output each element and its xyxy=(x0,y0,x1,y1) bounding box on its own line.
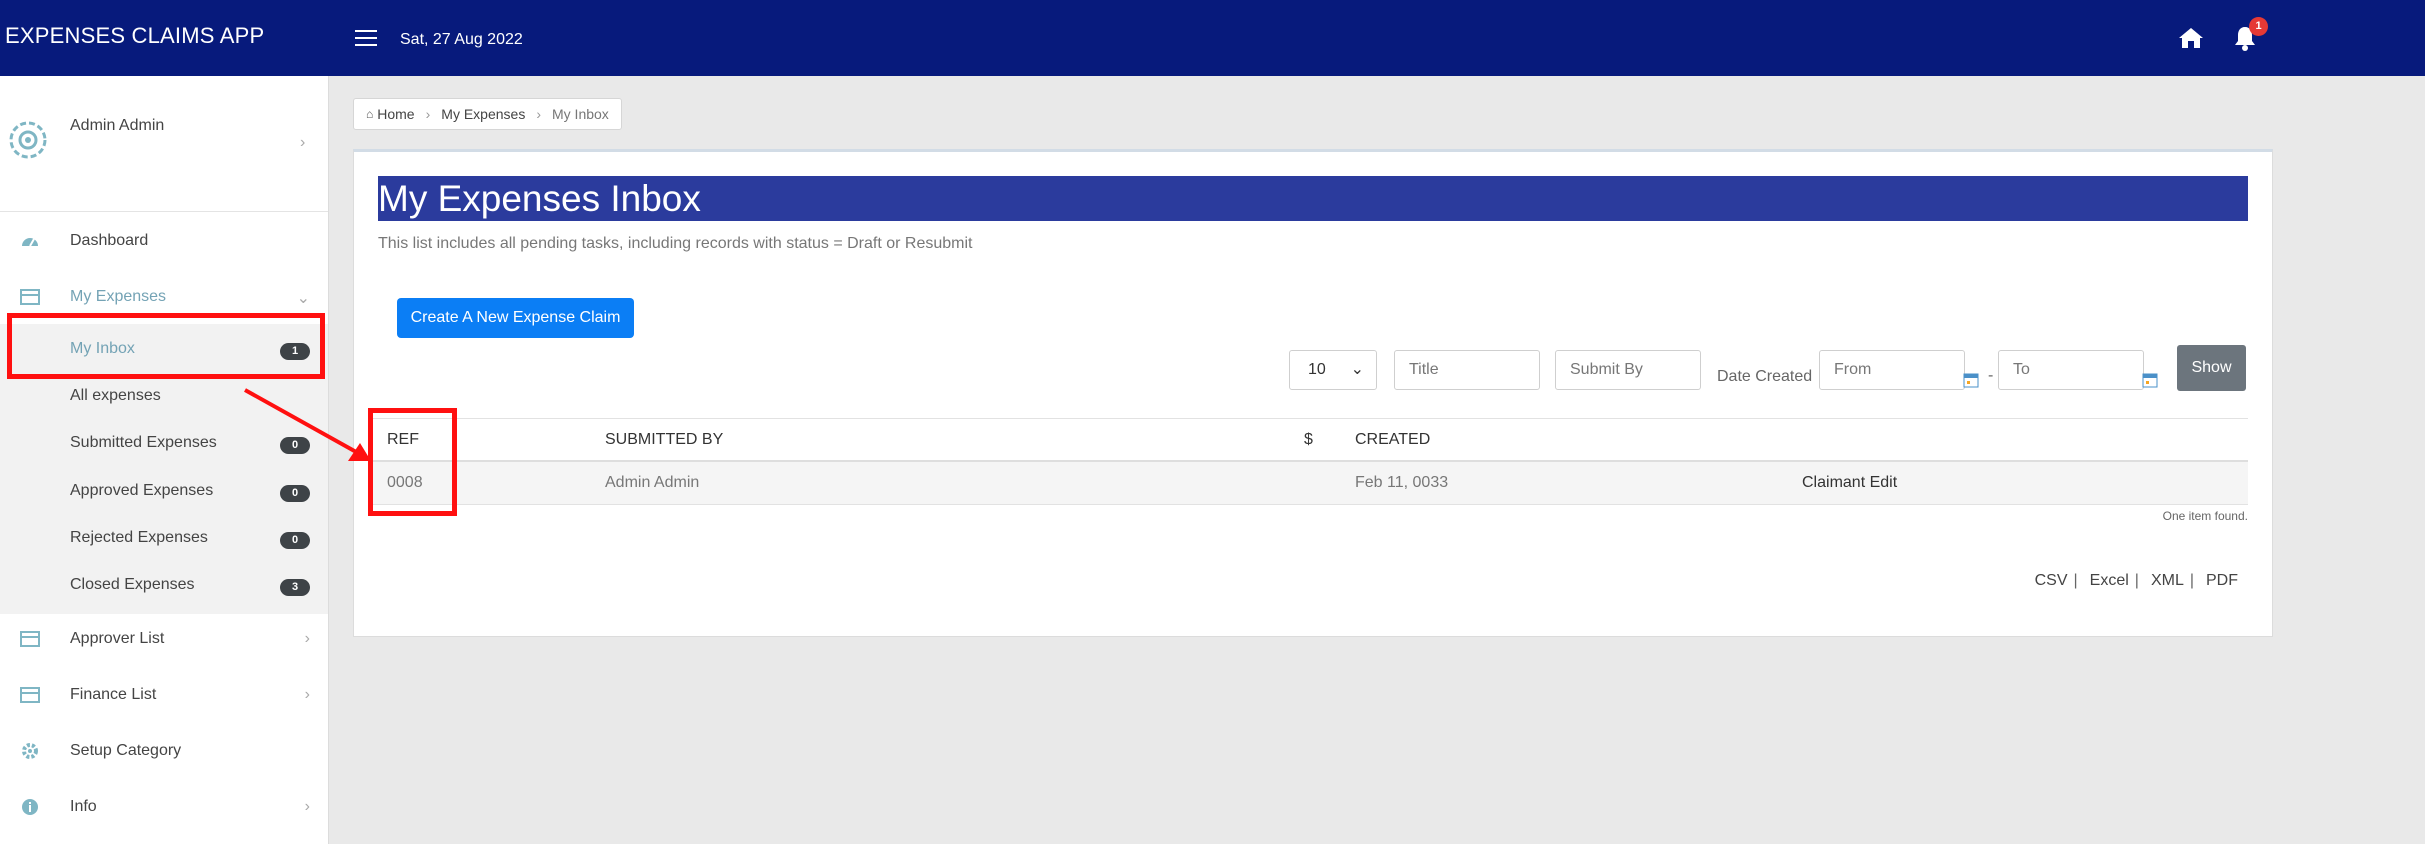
chevron-right-icon: › xyxy=(304,686,310,703)
info-icon xyxy=(22,799,38,815)
calendar-icon[interactable] xyxy=(2142,372,2158,388)
sidebar-item-finance-list[interactable]: Finance List › xyxy=(0,670,328,720)
annotation-box-ref xyxy=(368,408,457,516)
export-csv-link[interactable]: CSV xyxy=(2035,572,2068,590)
export-separator: | xyxy=(2134,572,2139,589)
top-navbar: EXPENSES CLAIMS APP Sat, 27 Aug 2022 1 xyxy=(0,0,2425,76)
page-size-value: 10 xyxy=(1308,361,1326,378)
export-xml-link[interactable]: XML xyxy=(2151,572,2184,590)
column-header-created[interactable]: CREATED xyxy=(1355,431,1430,449)
claimant-edit-link[interactable]: Claimant Edit xyxy=(1802,474,1897,492)
menu-toggle-icon[interactable] xyxy=(355,30,377,47)
column-header-amount[interactable]: $ xyxy=(1304,431,1313,449)
submit-by-filter-input[interactable] xyxy=(1555,350,1701,390)
sidebar-item-label: Dashboard xyxy=(70,232,149,249)
sidebar-item-label: All expenses xyxy=(70,387,161,404)
list-icon xyxy=(20,289,40,305)
cell-submitted-by: Admin Admin xyxy=(605,474,700,491)
export-excel-link[interactable]: Excel xyxy=(2090,572,2129,590)
annotation-arrow xyxy=(244,388,371,461)
sidebar-item-label: Setup Category xyxy=(70,742,182,759)
sidebar-item-label: Approved Expenses xyxy=(70,482,214,499)
annotation-box-my-inbox xyxy=(7,313,325,379)
sidebar-item-label: Submitted Expenses xyxy=(70,434,217,451)
calendar-icon[interactable] xyxy=(1963,372,1979,388)
chevron-right-icon: › xyxy=(304,630,310,647)
count-badge: 3 xyxy=(280,579,310,596)
export-links: CSV | Excel | XML | PDF xyxy=(2035,572,2238,590)
date-to-input[interactable] xyxy=(1998,350,2144,390)
page-subtitle: This list includes all pending tasks, in… xyxy=(378,235,973,252)
home-icon: ⌂ xyxy=(366,107,374,121)
chevron-right-icon: › xyxy=(300,134,306,151)
count-badge: 0 xyxy=(280,485,310,502)
cell-created: Feb 11, 0033 xyxy=(1355,474,1449,491)
column-header-submitted-by[interactable]: SUBMITTED BY xyxy=(605,431,723,449)
sidebar-item-info[interactable]: Info › xyxy=(0,782,328,832)
notification-badge: 1 xyxy=(2249,17,2268,36)
count-badge: 0 xyxy=(280,532,310,549)
list-icon xyxy=(20,631,40,647)
sidebar-item-label: Closed Expenses xyxy=(70,576,195,593)
export-separator: | xyxy=(2073,572,2078,589)
breadcrumb-my-expenses[interactable]: My Expenses xyxy=(441,106,525,122)
create-expense-claim-button[interactable]: Create A New Expense Claim xyxy=(397,298,634,338)
page-title: My Expenses Inbox xyxy=(378,176,2248,221)
export-separator: | xyxy=(2189,572,2194,589)
chevron-down-icon: ⌄ xyxy=(296,290,310,307)
sidebar-item-label: Rejected Expenses xyxy=(70,529,208,546)
app-title[interactable]: EXPENSES CLAIMS APP xyxy=(5,23,264,49)
sidebar-item-label: Finance List xyxy=(70,686,157,703)
user-panel[interactable]: Admin Admin › xyxy=(0,76,328,212)
show-button[interactable]: Show xyxy=(2177,345,2246,391)
page-size-select[interactable]: 10 ⌄ xyxy=(1289,350,1377,390)
home-icon[interactable] xyxy=(2178,26,2204,50)
chevron-down-icon: ⌄ xyxy=(1350,361,1364,378)
breadcrumb-home[interactable]: Home xyxy=(377,106,414,122)
chevron-right-icon: › xyxy=(304,798,310,815)
export-pdf-link[interactable]: PDF xyxy=(2206,572,2238,590)
title-filter-input[interactable] xyxy=(1394,350,1540,390)
date-range-separator: - xyxy=(1988,367,1994,384)
table-header: REF SUBMITTED BY $ CREATED xyxy=(370,418,2248,462)
table-row: 0008 Admin Admin Feb 11, 0033 Claimant E… xyxy=(370,462,2248,505)
sidebar-item-label: Info xyxy=(70,798,97,815)
breadcrumb-separator: › xyxy=(425,106,431,122)
date-created-label: Date Created xyxy=(1717,368,1813,385)
sidebar-item-approved-expenses[interactable]: Approved Expenses 0 xyxy=(0,470,328,514)
sidebar-item-approver-list[interactable]: Approver List › xyxy=(0,614,328,664)
gear-icon xyxy=(22,743,38,759)
breadcrumb-current: My Inbox xyxy=(552,106,609,122)
current-date: Sat, 27 Aug 2022 xyxy=(400,31,523,48)
sidebar-item-rejected-expenses[interactable]: Rejected Expenses 0 xyxy=(0,517,328,561)
result-summary: One item found. xyxy=(2162,509,2248,523)
list-icon xyxy=(20,687,40,703)
sidebar-item-label: My Expenses xyxy=(70,288,167,305)
sidebar-item-closed-expenses[interactable]: Closed Expenses 3 xyxy=(0,564,328,608)
date-from-input[interactable] xyxy=(1819,350,1965,390)
dashboard-icon xyxy=(22,238,38,247)
sidebar-item-setup-category[interactable]: Setup Category xyxy=(0,726,328,776)
user-name: Admin Admin xyxy=(70,117,165,134)
breadcrumb-separator: › xyxy=(536,106,541,122)
breadcrumb: ⌂ Home › My Expenses › My Inbox xyxy=(353,98,622,130)
sidebar-item-dashboard[interactable]: Dashboard xyxy=(0,216,328,266)
inbox-card: My Expenses Inbox This list includes all… xyxy=(353,149,2273,637)
avatar xyxy=(9,121,47,159)
sidebar-item-label: Approver List xyxy=(70,630,165,647)
